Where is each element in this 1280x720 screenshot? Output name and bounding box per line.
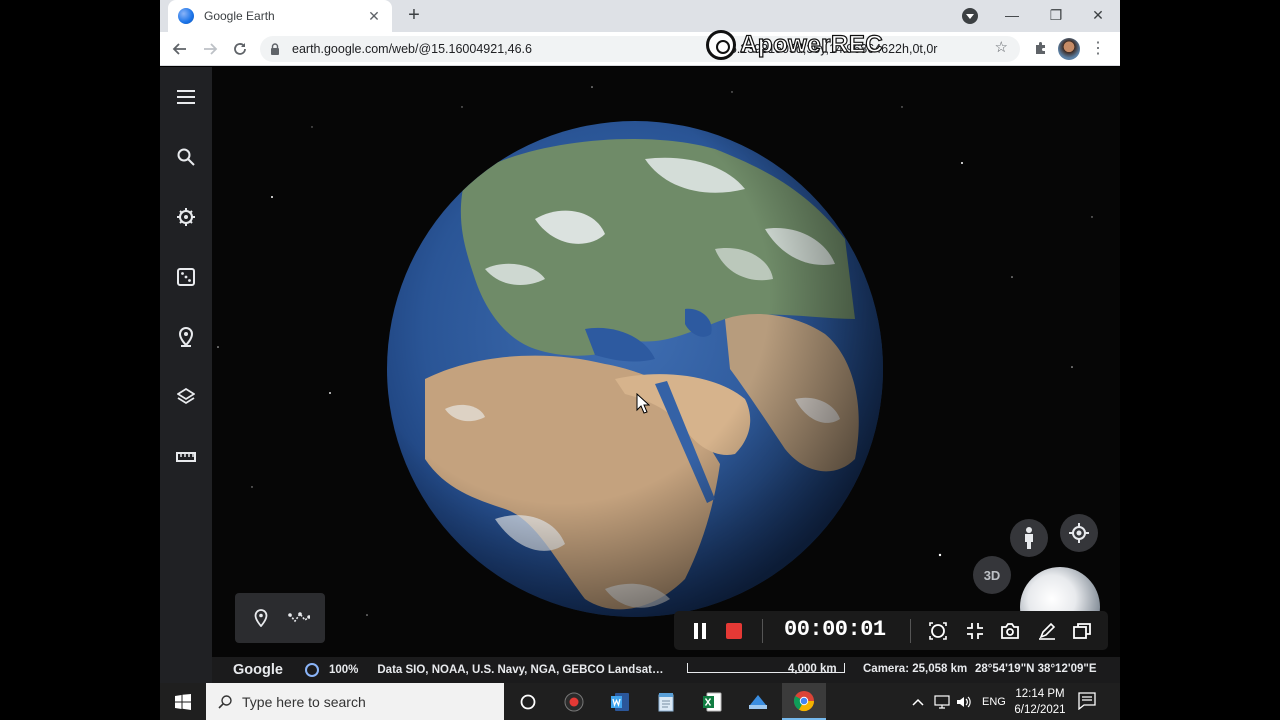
reload-button[interactable] [228,37,252,61]
apowerrec-icon[interactable] [552,683,596,720]
app-icon[interactable] [736,683,780,720]
clock-time: 12:14 PM [1015,688,1065,700]
camera-icon [1001,623,1019,639]
screenshot-region-button[interactable] [928,621,948,641]
aperture-icon [929,622,947,640]
search-icon[interactable] [174,145,198,169]
pegman-icon [1025,527,1033,549]
bookmark-star-icon[interactable]: ☆ [995,38,1008,56]
google-logo: Google [233,662,283,678]
chevron-up-icon [912,698,924,706]
loading-ring-icon [304,663,319,677]
camera-snapshot-button[interactable] [1000,621,1020,641]
input-language[interactable]: ENG [982,683,1006,720]
browser-toolbar: earth.google.com/web/@15.16004921,46.6 60… [160,32,1120,66]
feeling-lucky-icon[interactable] [174,265,198,289]
tab-strip: Google Earth ✕ + — ❐ ✕ [160,0,1120,32]
new-tab-button[interactable]: + [402,4,426,28]
separator [762,619,763,643]
recording-timer: 00:00:01 [784,617,886,642]
screen: Google Earth ✕ + — ❐ ✕ earth.google.com/… [0,0,1280,720]
watermark-text: ApowerREC [739,30,884,58]
collapse-button[interactable] [965,621,985,641]
mouse-cursor-icon [636,393,650,414]
camera-altitude: Camera: 25,058 km [863,663,968,675]
pen-icon [1039,622,1056,640]
tab-title: Google Earth [204,9,275,23]
collapse-arrows-icon [967,623,983,639]
back-arrow-icon [172,43,186,55]
earth-sidebar [160,67,212,683]
lock-icon [271,43,279,55]
measure-icon[interactable] [174,445,198,469]
taskbar-search-box[interactable]: Type here to search [206,683,504,720]
volume-icon[interactable] [956,683,972,720]
browser-menu-icon[interactable]: ⋮ [1090,38,1106,60]
stop-recording-button[interactable] [724,621,744,641]
profile-avatar[interactable] [1058,38,1080,60]
cursor-coordinates: 28°54'19"N 38°12'09"E [975,663,1097,675]
scale-label: 4,000 km [788,663,837,675]
stop-icon [726,623,742,639]
tab-search-icon[interactable] [962,8,978,24]
chrome-window: Google Earth ✕ + — ❐ ✕ earth.google.com/… [160,0,1120,683]
notifications-icon[interactable] [1078,692,1096,710]
excel-icon[interactable] [690,683,734,720]
reload-icon [234,43,246,55]
data-credits[interactable]: Data SIO, NOAA, U.S. Navy, NGA, GEBCO La… [377,664,663,676]
window-mode-button[interactable] [1072,621,1092,641]
my-location-button[interactable] [1060,514,1098,552]
cortana-icon[interactable] [506,683,550,720]
network-icon[interactable] [934,683,950,720]
map-style-icon[interactable] [174,385,198,409]
windows-taskbar: Type here to search ENG 12:14 PM 6/12/20… [160,683,1120,720]
word-icon[interactable] [598,683,642,720]
google-earth-favicon-icon [178,8,194,24]
show-hidden-icons-button[interactable] [912,683,924,720]
url-text[interactable]: earth.google.com/web/@15.16004921,46.6 60… [292,42,1020,56]
search-icon [218,694,232,709]
line-path-icon[interactable] [287,606,311,630]
drawing-tools-panel [235,593,325,643]
back-button[interactable] [168,37,192,61]
close-window-button[interactable]: ✕ [1076,0,1120,30]
windows-logo-icon [175,693,191,710]
window-icon [1073,623,1091,639]
chrome-icon[interactable] [782,683,826,720]
minimize-button[interactable]: — [990,0,1034,30]
tab-close-icon[interactable]: ✕ [366,8,382,25]
pause-recording-button[interactable] [690,621,710,641]
google-earth-app: 3D Google 100% Data SIO, NOAA, U.S. Navy… [160,67,1120,683]
taskbar-clock[interactable]: 12:14 PM 6/12/2021 [1010,686,1070,718]
start-button[interactable] [160,683,206,720]
apowerrec-watermark: ApowerREC [706,28,883,62]
tab-google-earth[interactable]: Google Earth ✕ [168,0,392,32]
forward-arrow-icon [204,43,218,55]
extensions-puzzle-icon[interactable] [1034,41,1048,55]
pause-icon [694,623,706,639]
crosshair-location-icon [1069,523,1089,543]
forward-button[interactable] [198,37,222,61]
status-bar: Google 100% Data SIO, NOAA, U.S. Navy, N… [212,657,1120,683]
place-mark-icon[interactable] [249,606,273,630]
search-placeholder: Type here to search [242,693,366,710]
screen-recorder-bar: 00:00:01 [674,611,1108,650]
toggle-3d-button[interactable]: 3D [973,556,1011,594]
notepad-icon[interactable] [644,683,688,720]
menu-icon[interactable] [174,85,198,109]
apowerrec-logo-icon [706,30,736,60]
projects-icon[interactable] [174,325,198,349]
maximize-button[interactable]: ❐ [1034,0,1078,30]
address-bar[interactable]: earth.google.com/web/@15.16004921,46.6 60… [260,36,1020,62]
earth-globe[interactable] [385,119,885,619]
annotate-button[interactable] [1037,621,1057,641]
clock-date: 6/12/2021 [1014,704,1066,716]
pegman-street-view-button[interactable] [1010,519,1048,557]
voyager-icon[interactable] [174,205,198,229]
load-percent: 100% [328,664,359,676]
separator [910,619,911,643]
